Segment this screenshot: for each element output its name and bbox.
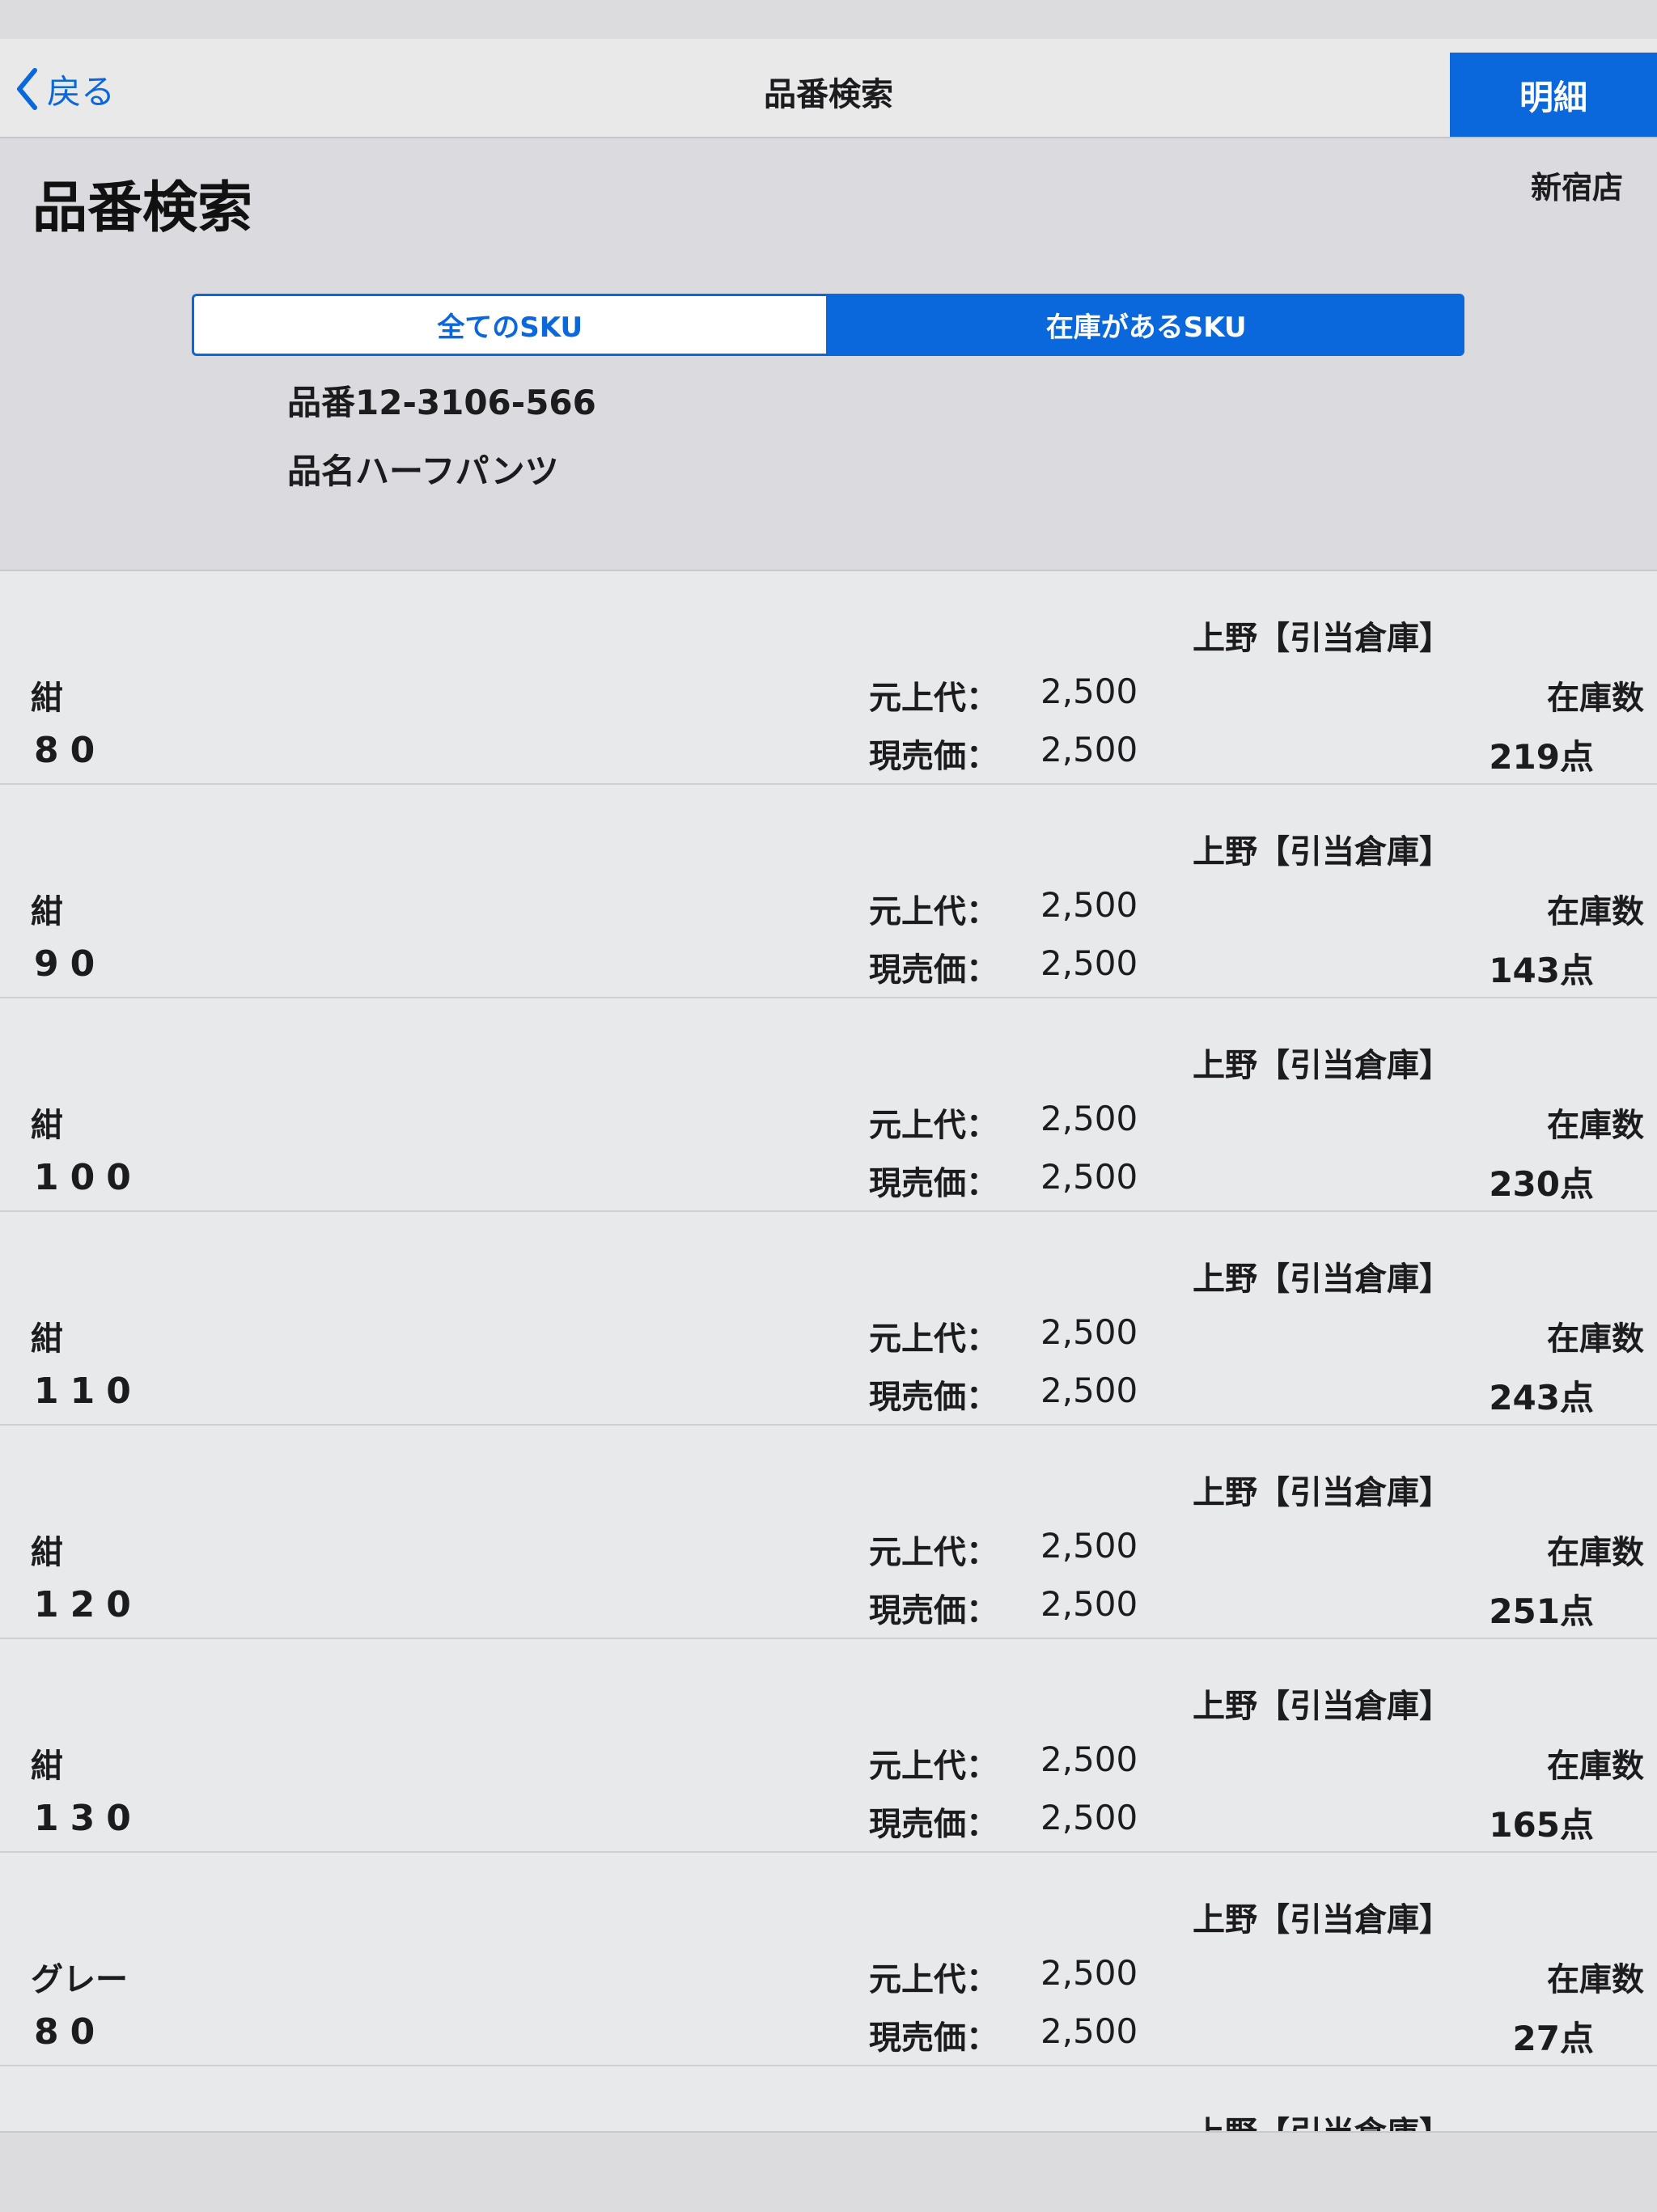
stock-label: 在庫数 [1547,1534,1644,1571]
bottom-toolbar [0,2131,1657,2212]
original-price-label: 元上代： [869,1748,998,1785]
current-price-value: 2,500 [1040,1157,1138,1197]
current-price-value: 2,500 [1040,943,1138,983]
segment-in-stock-sku[interactable]: 在庫があるSKU [828,294,1464,356]
product-code: 品番12-3106-566 [287,383,596,422]
current-price-value: 2,500 [1040,2011,1138,2051]
stock-count: 27点 [1512,2019,1594,2058]
warehouse-label: 上野【引当倉庫】 [1193,1688,1451,1725]
warehouse-label: 上野【引当倉庫】 [1193,1474,1451,1511]
warehouse-label: 上野【引当倉庫】 [1193,1261,1451,1298]
list-item[interactable]: 上野【引当倉庫】 グレー 80 元上代： 2,500 現売価： 2,500 在庫… [0,1853,1657,2066]
current-price-value: 2,500 [1040,1798,1138,1837]
size-label: 90 [34,943,107,985]
current-price-value: 2,500 [1040,1584,1138,1624]
back-button[interactable]: 戻る [15,63,115,115]
warehouse-label: 上野【引当倉庫】 [1193,833,1451,871]
warehouse-label: 上野【引当倉庫】 [1193,1901,1451,1939]
current-price-label: 現売価： [869,1592,998,1629]
color-label: 紺 [31,1534,63,1571]
size-label: 100 [34,1157,142,1198]
original-price-label: 元上代： [869,1534,998,1571]
product-name: 品名ハーフパンツ [287,451,559,491]
original-price-value: 2,500 [1040,1312,1138,1352]
stock-label: 在庫数 [1547,1748,1644,1785]
size-label: 80 [34,730,107,771]
list-item[interactable]: 上野【引当倉庫】 紺 120 元上代： 2,500 現売価： 2,500 在庫数… [0,1426,1657,1639]
stock-label: 在庫数 [1547,893,1644,930]
stock-label: 在庫数 [1547,1961,1644,1998]
original-price-label: 元上代： [869,893,998,930]
current-price-label: 現売価： [869,951,998,989]
page-title: 品番検索 [32,176,253,240]
stock-count: 165点 [1489,1805,1594,1845]
stock-count: 143点 [1489,951,1594,990]
color-label: 紺 [31,1320,63,1358]
store-label: 新宿店 [1530,170,1623,206]
current-price-label: 現売価： [869,2019,998,2057]
color-label: 紺 [31,893,63,930]
stock-count: 230点 [1489,1164,1594,1204]
current-price-label: 現売価： [869,1165,998,1202]
stock-label: 在庫数 [1547,1107,1644,1144]
segment-all-sku[interactable]: 全てのSKU [192,294,828,356]
status-bar [0,0,1657,39]
back-label: 戻る [47,71,116,112]
current-price-label: 現売価： [869,1379,998,1416]
original-price-value: 2,500 [1040,1526,1138,1566]
original-price-label: 元上代： [869,1107,998,1144]
original-price-label: 元上代： [869,1961,998,1998]
original-price-value: 2,500 [1040,885,1138,925]
list-item[interactable]: 上野【引当倉庫】 紺 110 元上代： 2,500 現売価： 2,500 在庫数… [0,1212,1657,1426]
nav-title: 品番検索 [764,76,893,113]
navigation-bar: 戻る 品番検索 明細 [0,39,1657,138]
size-label: 130 [34,1798,142,1839]
size-label: 110 [34,1371,142,1412]
sku-list[interactable]: 上野【引当倉庫】 紺 80 元上代： 2,500 現売価： 2,500 在庫数 … [0,571,1657,2131]
chevron-left-icon [15,66,39,112]
original-price-label: 元上代： [869,680,998,717]
stock-label: 在庫数 [1547,1320,1644,1358]
stock-label: 在庫数 [1547,680,1644,717]
list-item[interactable]: 上野【引当倉庫】 紺 130 元上代： 2,500 現売価： 2,500 在庫数… [0,1639,1657,1853]
search-header: 品番検索 新宿店 全てのSKU 在庫があるSKU 品番12-3106-566 品… [0,138,1657,571]
current-price-label: 現売価： [869,738,998,775]
color-label: 紺 [31,1748,63,1785]
color-label: 紺 [31,680,63,717]
current-price-value: 2,500 [1040,730,1138,769]
original-price-value: 2,500 [1040,1740,1138,1779]
stock-count: 219点 [1489,737,1594,777]
detail-button[interactable]: 明細 [1450,53,1657,137]
size-label: 80 [34,2011,107,2053]
original-price-value: 2,500 [1040,1099,1138,1138]
current-price-label: 現売価： [869,1806,998,1843]
original-price-value: 2,500 [1040,672,1138,711]
color-label: グレー [31,1961,128,1998]
size-label: 120 [34,1584,142,1625]
current-price-value: 2,500 [1040,1371,1138,1410]
original-price-label: 元上代： [869,1320,998,1358]
color-label: 紺 [31,1107,63,1144]
original-price-value: 2,500 [1040,1953,1138,1993]
warehouse-label: 上野【引当倉庫】 [1193,1047,1451,1084]
stock-count: 251点 [1489,1591,1594,1631]
stock-count: 243点 [1489,1378,1594,1417]
warehouse-label: 上野【引当倉庫】 [1193,620,1451,657]
list-item[interactable]: 上野【引当倉庫】 紺 100 元上代： 2,500 現売価： 2,500 在庫数… [0,998,1657,1212]
list-item[interactable]: 上野【引当倉庫】 紺 90 元上代： 2,500 現売価： 2,500 在庫数 … [0,785,1657,998]
warehouse-label: 上野【引当倉庫】 [1193,2107,1451,2131]
list-item[interactable]: 上野【引当倉庫】 [0,2066,1657,2131]
sku-filter-segmented-control: 全てのSKU 在庫があるSKU [192,294,1464,356]
list-item[interactable]: 上野【引当倉庫】 紺 80 元上代： 2,500 現売価： 2,500 在庫数 … [0,571,1657,785]
